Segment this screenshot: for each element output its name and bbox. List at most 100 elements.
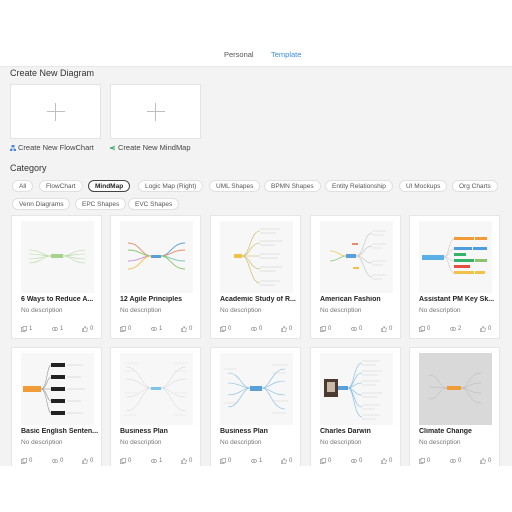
template-description: No description	[21, 307, 63, 314]
create-mindmap-label: Create New MindMap	[118, 143, 191, 152]
template-description: No description	[320, 307, 362, 314]
like-count: 0	[181, 458, 192, 464]
tab-personal[interactable]: Personal	[224, 50, 254, 59]
eye-icon	[52, 459, 58, 463]
template-stats: 0 0 0	[320, 326, 396, 334]
template-thumbnail	[320, 221, 393, 293]
thumbs-up-icon	[281, 326, 287, 332]
chip-all[interactable]: All	[12, 180, 34, 192]
create-flowchart-link[interactable]: Create New FlowChart	[10, 143, 94, 152]
template-description: No description	[220, 307, 262, 314]
template-description: No description	[120, 439, 162, 446]
view-count: 0	[351, 458, 362, 464]
template-card[interactable]: Climate Change No description 0 0 0	[409, 347, 500, 466]
view-count: 0	[52, 458, 63, 464]
like-count: 0	[181, 326, 192, 332]
template-thumbnail	[419, 221, 492, 293]
template-card[interactable]: 12 Agile Principles No description 0 1 0	[110, 215, 201, 339]
template-card[interactable]: Assistant PM Key Sk... No description 0 …	[409, 215, 500, 339]
template-description: No description	[220, 439, 262, 446]
chip-epc-shapes[interactable]: EPC Shapes	[75, 198, 127, 210]
create-section-title: Create New Diagram	[10, 68, 95, 78]
template-description: No description	[320, 439, 362, 446]
template-thumbnail	[120, 353, 193, 425]
template-thumbnail	[120, 221, 193, 293]
view-count: 0	[450, 458, 461, 464]
eye-icon	[450, 459, 456, 463]
copy-count: 0	[320, 458, 331, 464]
like-count: 0	[381, 326, 392, 332]
template-thumbnail	[419, 353, 492, 425]
copy-count: 0	[120, 326, 131, 332]
create-mindmap-link[interactable]: Create New MindMap	[110, 143, 191, 152]
template-card[interactable]: Charles Darwin No description 0 0 0	[310, 347, 401, 466]
template-card[interactable]: American Fashion No description 0 0 0	[310, 215, 401, 339]
thumbs-up-icon	[82, 458, 88, 464]
template-description: No description	[21, 439, 63, 446]
template-card[interactable]: Business Plan No description 0 1 0	[110, 347, 201, 466]
chip-entity-relationship[interactable]: Entity Relationship	[325, 180, 393, 192]
copy-icon	[21, 458, 27, 464]
view-count: 1	[52, 326, 63, 332]
copy-count: 0	[220, 326, 231, 332]
copy-count: 0	[419, 458, 430, 464]
copy-count: 0	[21, 458, 32, 464]
template-description: No description	[419, 307, 461, 314]
eye-icon	[52, 327, 58, 331]
template-thumbnail	[220, 353, 293, 425]
chip-evc-shapes[interactable]: EVC Shapes	[128, 198, 180, 210]
template-thumbnail	[21, 221, 94, 293]
create-flowchart-card[interactable]	[10, 84, 101, 139]
copy-count: 0	[419, 326, 430, 332]
thumbs-up-icon	[82, 326, 88, 332]
copy-count: 0	[120, 458, 131, 464]
template-description: No description	[419, 439, 461, 446]
template-title: Climate Change	[419, 428, 472, 435]
template-stats: 0 0 0	[21, 458, 97, 466]
chip-venn-diagrams[interactable]: Venn Diagrams	[12, 198, 71, 210]
like-count: 0	[381, 458, 392, 464]
create-mindmap-card[interactable]	[110, 84, 201, 139]
template-card[interactable]: 6 Ways to Reduce A... No description 1 1…	[11, 215, 102, 339]
thumbs-up-icon	[181, 458, 187, 464]
like-count: 0	[480, 326, 491, 332]
template-card[interactable]: Basic English Senten... No description 0…	[11, 347, 102, 466]
template-card[interactable]: Business Plan No description 0 1 0	[210, 347, 301, 466]
copy-icon	[419, 458, 425, 464]
create-flowchart-label: Create New FlowChart	[18, 143, 94, 152]
copy-icon	[120, 458, 126, 464]
template-stats: 0 2 0	[419, 326, 495, 334]
copy-count: 0	[220, 458, 231, 464]
chip-org-charts[interactable]: Org Charts	[452, 180, 498, 192]
view-count: 0	[351, 326, 362, 332]
tab-bar: Personal Template	[0, 50, 512, 62]
chip-flowchart[interactable]: FlowChart	[39, 180, 83, 192]
copy-icon	[419, 326, 425, 332]
chip-uml-shapes[interactable]: UML Shapes	[209, 180, 261, 192]
copy-icon	[220, 458, 226, 464]
like-count: 0	[281, 326, 292, 332]
plus-icon	[146, 102, 165, 121]
chip-logic-map[interactable]: Logic Map (Right)	[138, 180, 204, 192]
tab-template[interactable]: Template	[271, 50, 301, 59]
like-count: 0	[281, 458, 292, 464]
view-count: 1	[151, 458, 162, 464]
template-stats: 0 0 0	[220, 326, 296, 334]
thumbs-up-icon	[281, 458, 287, 464]
template-description: No description	[120, 307, 162, 314]
template-title: Business Plan	[220, 428, 268, 435]
template-stats: 0 1 0	[120, 326, 196, 334]
template-title: Academic Study of R...	[220, 296, 296, 303]
chip-mindmap[interactable]: MindMap	[88, 180, 131, 192]
copy-count: 1	[21, 326, 32, 332]
chip-bpmn-shapes[interactable]: BPMN Shapes	[264, 180, 321, 192]
template-card[interactable]: Academic Study of R... No description 0 …	[210, 215, 301, 339]
copy-icon	[120, 326, 126, 332]
template-stats: 0 0 0	[419, 458, 495, 466]
category-title: Category	[10, 163, 47, 173]
chip-ui-mockups[interactable]: UI Mockups	[399, 180, 448, 192]
copy-icon	[320, 458, 326, 464]
template-title: Charles Darwin	[320, 428, 371, 435]
template-thumbnail	[220, 221, 293, 293]
template-thumbnail	[320, 353, 393, 425]
